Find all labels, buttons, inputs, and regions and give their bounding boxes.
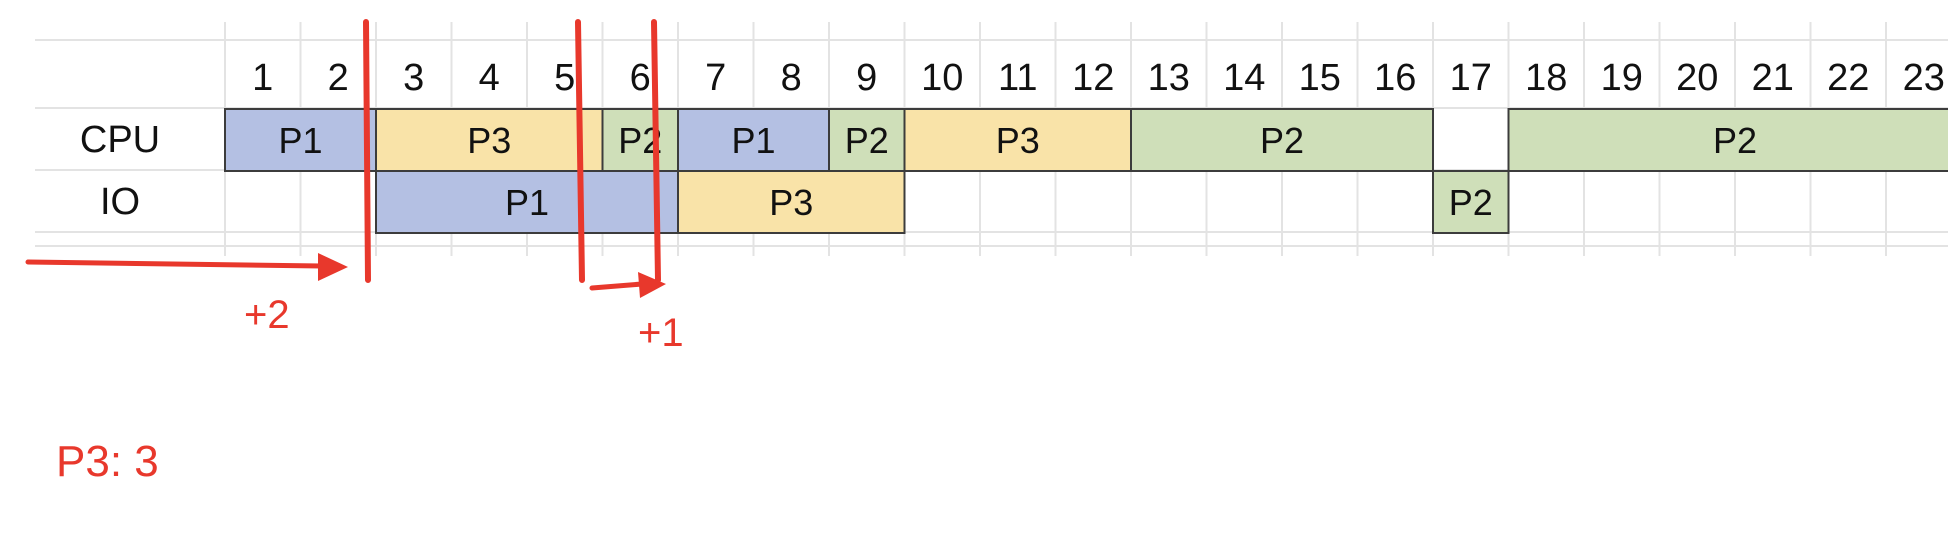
row-label-io: IO — [100, 181, 140, 223]
bar-label-cpu-1: P3 — [467, 120, 511, 161]
red-marker-line-2 — [575, 19, 585, 283]
column-header-7: 7 — [705, 57, 726, 99]
bar-label-io-1: P3 — [769, 182, 813, 223]
bar-label-cpu-3: P1 — [731, 120, 775, 161]
bar-label-cpu-6: P2 — [1260, 120, 1304, 161]
column-header-18: 18 — [1525, 57, 1567, 99]
label-plus1: +1 — [638, 311, 684, 355]
column-header-21: 21 — [1752, 57, 1794, 99]
bar-label-io-0: P1 — [505, 182, 549, 223]
column-header-11: 11 — [998, 57, 1037, 99]
column-headers: 1 2 3 4 5 6 7 8 9 10 11 12 13 14 15 16 17 18 19 20 21 22 23 — [252, 57, 1945, 99]
column-header-14: 14 — [1223, 57, 1265, 99]
note-text: P3: 3 — [56, 437, 159, 486]
column-header-19: 19 — [1601, 57, 1643, 99]
column-header-12: 12 — [1072, 57, 1114, 99]
red-marker-line-3 — [651, 19, 661, 283]
column-header-15: 15 — [1299, 57, 1341, 99]
bar-label-cpu-4: P2 — [845, 120, 889, 161]
column-header-2: 2 — [328, 57, 349, 99]
timeline-diagram: P1 P3 P2 P1 P2 P3 P2 P2P1 P3 P2 1 2 3 4 5 6 7 8 9 10 11 12 13… — [25, 19, 1948, 486]
column-header-9: 9 — [856, 57, 877, 99]
bar-label-cpu-5: P3 — [996, 120, 1040, 161]
annotations: +2 +1 P3: 3 — [25, 19, 684, 486]
column-header-22: 22 — [1827, 57, 1869, 99]
red-marker-line-1 — [363, 19, 371, 283]
red-arrow-plus1-head — [638, 272, 666, 298]
column-header-13: 13 — [1148, 57, 1190, 99]
column-header-3: 3 — [403, 57, 424, 99]
red-arrow-plus2-shaft — [25, 259, 325, 269]
column-header-6: 6 — [630, 57, 651, 99]
red-arrow-plus1-shaft — [589, 281, 645, 291]
column-header-10: 10 — [921, 57, 963, 99]
label-plus2: +2 — [244, 293, 290, 337]
column-header-5: 5 — [554, 57, 575, 99]
red-arrow-plus2-head — [318, 253, 348, 281]
row-label-cpu: CPU — [80, 119, 160, 161]
bar-label-io-2: P2 — [1449, 182, 1493, 223]
column-header-20: 20 — [1676, 57, 1718, 99]
column-header-4: 4 — [479, 57, 500, 99]
column-header-8: 8 — [781, 57, 802, 99]
bar-label-cpu-7: P2 — [1713, 120, 1757, 161]
bars-layer: P1 P3 P2 P1 P2 P3 P2 P2P1 P3 P2 — [224, 108, 1948, 234]
column-header-16: 16 — [1374, 57, 1416, 99]
column-header-17: 17 — [1450, 57, 1492, 99]
column-header-1: 1 — [252, 57, 273, 99]
column-header-23: 23 — [1903, 57, 1945, 99]
bar-label-cpu-0: P1 — [278, 120, 322, 161]
